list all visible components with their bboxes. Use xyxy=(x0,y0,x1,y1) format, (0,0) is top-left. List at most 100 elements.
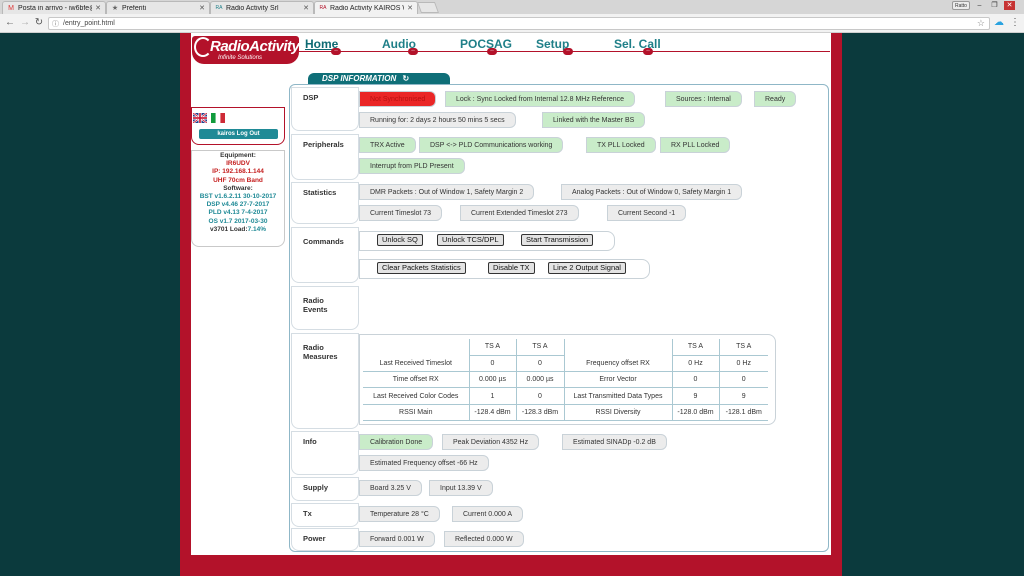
back-arrow-icon[interactable]: ← xyxy=(4,17,16,28)
browser-tab-gmail[interactable]: M Posta in arrivo - iw6bfe@ ✕ xyxy=(2,1,106,14)
italy-flag-icon[interactable] xyxy=(211,113,225,123)
measure-value: -128.4 dBm xyxy=(468,404,516,421)
maximize-icon[interactable]: ❐ xyxy=(989,1,1000,10)
load-value: 7.14% xyxy=(247,225,266,233)
measure-value: 1 xyxy=(468,387,516,405)
refresh-icon[interactable]: ↻ xyxy=(402,74,409,83)
status-linked-master: Linked with the Master BS xyxy=(542,112,646,128)
measure-value: -128.0 dBm xyxy=(671,404,719,421)
column-header: TS A xyxy=(515,339,564,356)
measure-value: 0 Hz xyxy=(718,355,768,373)
row-label-dsp: DSP xyxy=(291,87,359,131)
column-header: TS A xyxy=(718,339,768,356)
browser-tab-preferiti[interactable]: ★ Preferiti ✕ xyxy=(106,1,210,14)
logout-button[interactable]: kairos Log Out xyxy=(199,129,278,139)
url-text: /entry_point.html xyxy=(63,20,115,27)
browser-tab-strip: M Posta in arrivo - iw6bfe@ ✕ ★ Preferit… xyxy=(0,0,1024,14)
status-lock: Lock : Sync Locked from Internal 12.8 MH… xyxy=(445,91,636,107)
table-row: Last Received Color Codes 1 0 Last Trans… xyxy=(363,387,768,405)
row-label-commands: Commands xyxy=(291,227,359,283)
menu-dot-icon: ◦◦ xyxy=(643,48,653,55)
gmail-icon: M xyxy=(8,4,14,12)
measure-label: Last Received Color Codes xyxy=(363,387,469,405)
forward-arrow-icon[interactable]: → xyxy=(19,17,31,28)
status-sources: Sources : Internal xyxy=(665,91,742,107)
tx-temperature: Temperature 28 °C xyxy=(359,506,440,522)
minimize-icon[interactable]: – xyxy=(974,1,985,10)
close-icon[interactable]: ✕ xyxy=(199,4,205,12)
radio-activity-icon: RA xyxy=(215,5,223,11)
measure-value: 0 xyxy=(468,355,516,373)
close-icon[interactable]: ✕ xyxy=(407,4,413,12)
radio-activity-icon: RA xyxy=(319,5,327,11)
bookmark-star-icon[interactable]: ☆ xyxy=(977,18,985,29)
stat-extended-timeslot: Current Extended Timeslot 273 xyxy=(460,205,579,221)
row-label-tx: Tx xyxy=(291,503,359,527)
table-row: RSSI Main -128.4 dBm -128.3 dBm RSSI Div… xyxy=(363,404,768,421)
tx-current: Current 0.000 A xyxy=(452,506,524,522)
info-estimated-freq-offset: Estimated Frequency offset -66 Hz xyxy=(359,455,489,471)
user-profile-badge[interactable]: Ratto xyxy=(952,1,970,10)
menu-dot-icon: ◦◦ xyxy=(331,48,341,55)
tab-label: Posta in arrivo - iw6bfe@ xyxy=(18,4,93,12)
measure-label: Last Received Timeslot xyxy=(363,355,469,373)
stat-dmr-packets: DMR Packets : Out of Window 1, Safety Ma… xyxy=(359,184,535,200)
callsign: IR6UDV xyxy=(226,160,250,168)
radio-measures-table: TS A TS A TS A TS A Last Received Timesl… xyxy=(363,339,768,421)
uk-flag-icon[interactable] xyxy=(192,112,208,124)
section-title-text: DSP INFORMATION xyxy=(322,74,397,83)
browser-tab-radio-activity[interactable]: RA Radio Activity Srl ✕ xyxy=(210,1,314,14)
disable-tx-button[interactable]: Disable TX xyxy=(488,262,535,274)
menu-sel-call[interactable]: Sel. Call xyxy=(614,37,661,51)
measure-label: Last Transmitted Data Types xyxy=(563,387,672,405)
measure-value: 0 xyxy=(671,371,719,389)
logo-brand: RadioActivity xyxy=(210,38,300,55)
address-bar[interactable]: ⓘ /entry_point.html ☆ xyxy=(48,17,990,30)
close-window-icon[interactable]: ✕ xyxy=(1004,1,1015,10)
info-icon[interactable]: ⓘ xyxy=(52,19,59,30)
unlock-sq-button[interactable]: Unlock SQ xyxy=(377,234,423,246)
status-running-for: Running for: 2 days 2 hours 50 mins 5 se… xyxy=(359,112,516,128)
row-label-radio-measures: Radio Measures xyxy=(291,333,359,429)
unlock-tcs-dpl-button[interactable]: Unlock TCS/DPL xyxy=(437,234,504,246)
cloud-extension-icon[interactable]: ☁ xyxy=(994,17,1004,28)
bst-version: BST v1.6.2.11 30-10-2017 xyxy=(199,193,277,201)
row-label-line: Measures xyxy=(303,352,338,361)
measure-label: RSSI Main xyxy=(363,404,469,421)
new-tab-button[interactable] xyxy=(416,2,440,13)
status-rx-pll: RX PLL Locked xyxy=(660,137,731,153)
measure-label: Error Vector xyxy=(563,371,672,389)
radio-activity-logo[interactable]: RadioActivity Infinite Solutions xyxy=(192,36,300,64)
stat-analog-packets: Analog Packets : Out of Window 0, Safety… xyxy=(561,184,743,200)
section-title: DSP INFORMATION ↻ xyxy=(308,73,450,84)
menu-dot-icon: ◦◦ xyxy=(408,48,418,55)
menu-pocsag[interactable]: POCSAG xyxy=(460,37,512,51)
power-forward: Forward 0.001 W xyxy=(359,531,435,547)
row-label-power: Power xyxy=(291,528,359,551)
load-label: v3701 Load: xyxy=(209,225,248,233)
close-icon[interactable]: ✕ xyxy=(95,4,101,12)
close-icon[interactable]: ✕ xyxy=(303,4,309,12)
load-info: v3701 Load:7.14% xyxy=(192,226,284,234)
row-label-line: Radio xyxy=(303,296,324,305)
menu-icon[interactable]: ⋮ xyxy=(1010,17,1020,28)
start-transmission-button[interactable]: Start Transmission xyxy=(521,234,594,246)
pld-version: PLD v4.13 7-4-2017 xyxy=(208,209,268,217)
browser-tab-kairos[interactable]: RA Radio Activity KAIROS W ✕ xyxy=(314,1,418,14)
measure-value: 0 Hz xyxy=(671,355,719,373)
status-ready: Ready xyxy=(754,91,797,107)
row-label-statistics: Statistics xyxy=(291,182,359,224)
clear-packets-statistics-button[interactable]: Clear Packets Statistics xyxy=(377,262,466,274)
status-trx-active: TRX Active xyxy=(359,137,416,153)
status-dsp-pld-comms: DSP <-> PLD Communications working xyxy=(419,137,564,153)
measure-value: 0.000 µs xyxy=(515,371,564,389)
info-estimated-sinad: Estimated SINADp -0.2 dB xyxy=(562,434,667,450)
reload-icon[interactable]: ↻ xyxy=(33,17,45,28)
dsp-version: DSP v4.46 27-7-2017 xyxy=(206,201,270,209)
measure-label: Frequency offset RX xyxy=(563,355,672,373)
info-peak-deviation: Peak Deviation 4352 Hz xyxy=(442,434,540,450)
line-2-output-signal-button[interactable]: Line 2 Output Signal xyxy=(548,262,626,274)
measure-label: Time offset RX xyxy=(363,371,469,389)
measure-value: 0 xyxy=(515,355,564,373)
row-label-line: Radio xyxy=(303,343,324,352)
